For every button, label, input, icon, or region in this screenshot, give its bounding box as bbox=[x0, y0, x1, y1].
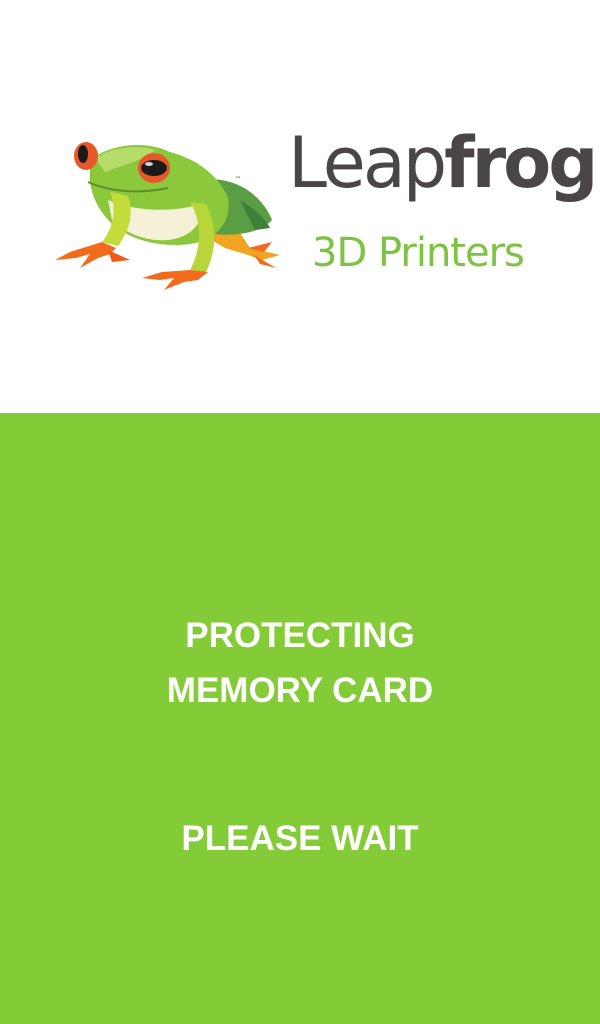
brand-name-bold: frog bbox=[444, 122, 598, 204]
tree-frog-icon bbox=[55, 142, 280, 290]
status-panel: PROTECTING MEMORY CARD PLEASE WAIT bbox=[0, 413, 600, 1024]
mascot-trademark: ™ bbox=[235, 176, 241, 183]
loading-screen: ™ Leapfrog ™ 3D Printers PROTECTING MEMO… bbox=[0, 0, 600, 1024]
status-line-1: PROTECTING bbox=[185, 616, 415, 655]
brand-trademark: ™ bbox=[539, 163, 548, 173]
brand-name: Leapfrog bbox=[288, 128, 598, 198]
logo-header: ™ Leapfrog ™ 3D Printers bbox=[0, 0, 600, 413]
status-line-2: MEMORY CARD bbox=[166, 671, 434, 710]
brand-name-light: Leap bbox=[288, 122, 447, 204]
status-wait-message: PLEASE WAIT bbox=[181, 819, 419, 858]
brand-tagline: 3D Printers bbox=[312, 230, 525, 276]
